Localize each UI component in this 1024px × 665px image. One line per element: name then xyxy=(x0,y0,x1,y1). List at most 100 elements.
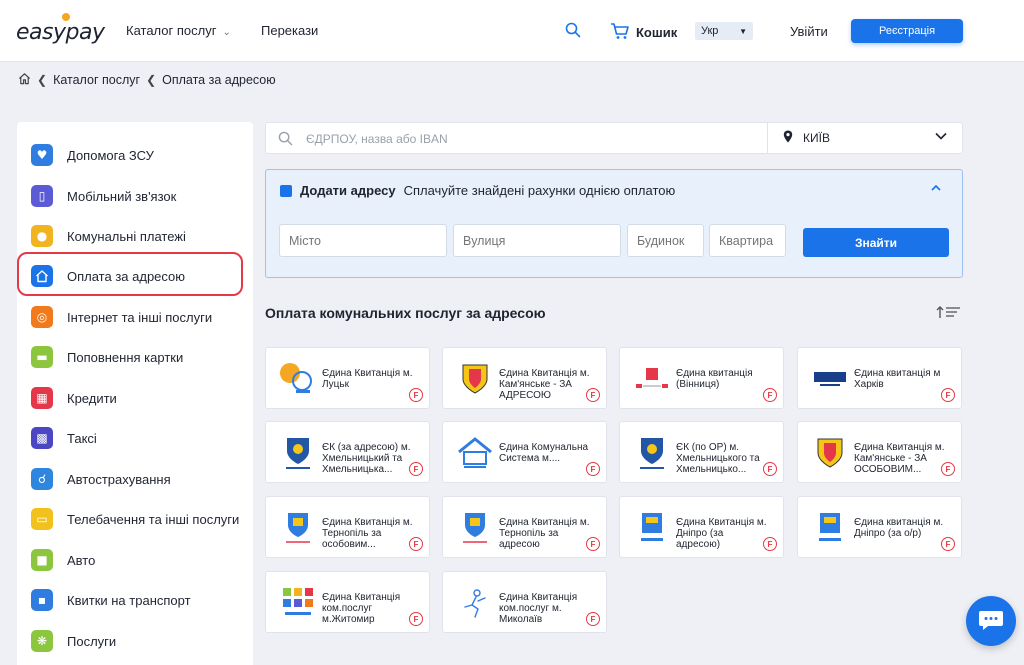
fee-badge: F xyxy=(586,612,600,626)
service-name: Єдина Квитанція м. Тернопіль за особовим… xyxy=(322,517,413,550)
lutsk-logo-icon xyxy=(276,360,320,398)
fee-badge: F xyxy=(941,537,955,551)
globe-icon: ◎ xyxy=(31,306,53,328)
cart-button[interactable]: Кошик xyxy=(610,22,677,43)
add-address-panel: Додати адресу Сплачуйте знайдені рахунки… xyxy=(265,169,963,278)
service-card[interactable]: Єдина Квитанція ком.послуг м. Миколаїв F xyxy=(442,571,607,633)
sidebar-item-auto[interactable]: ■ Авто xyxy=(31,546,95,574)
fee-badge: F xyxy=(409,537,423,551)
sidebar-item-credits[interactable]: ▦ Кредити xyxy=(31,384,117,412)
sidebar-item-transport-tickets[interactable]: ▪ Квитки на транспорт xyxy=(31,586,191,614)
service-card[interactable]: Єдина Квитанція м. Кам'янське - ЗА АДРЕС… xyxy=(442,347,607,409)
sidebar-item-auto-insurance[interactable]: ☌ Автострахування xyxy=(31,465,171,493)
chevron-down-icon[interactable] xyxy=(934,129,948,146)
sidebar-item-label: Автострахування xyxy=(67,471,171,487)
service-card[interactable]: ЄК (за адресою) м. Хмельницький та Хмель… xyxy=(265,421,430,483)
search-icon xyxy=(278,131,293,149)
dnipro-logo-icon xyxy=(630,509,674,547)
service-card[interactable]: Єдина квитанція м Харків F xyxy=(797,347,962,409)
house-icon xyxy=(280,184,292,197)
mykolaiv-logo-icon xyxy=(453,584,497,622)
building-field[interactable] xyxy=(627,224,704,257)
service-card[interactable]: Єдина Квитанція ком.послуг м.Житомир F xyxy=(265,571,430,633)
service-name: Єдина Квитанція ком.послуг м. Миколаїв xyxy=(499,592,578,625)
easypay-logo[interactable]: easypay xyxy=(16,20,105,45)
sidebar-item-mobile[interactable]: ▯ Мобільний зв'язок xyxy=(31,182,176,210)
service-search-input[interactable] xyxy=(306,129,766,149)
service-name: Єдина квитанція м Харків xyxy=(854,368,941,390)
house-logo-icon xyxy=(453,434,497,472)
breadcrumb-current: Оплата за адресою xyxy=(162,73,276,87)
service-name: Єдина квитанція (Вінниця) xyxy=(676,368,753,390)
service-card[interactable]: Єдина Квитанція м. Дніпро (за адресою) F xyxy=(619,496,784,558)
service-name: Єдина Квитанція м. Кам'янське - ЗА АДРЕС… xyxy=(499,368,590,401)
tv-icon: ▭ xyxy=(31,508,53,530)
bus-icon: ▪ xyxy=(31,589,53,611)
chevron-left-icon: ❮ xyxy=(37,73,48,87)
divider xyxy=(767,122,768,154)
sidebar-item-label: Авто xyxy=(67,552,96,568)
sidebar-item-label: Допомога ЗСУ xyxy=(67,147,154,163)
service-card[interactable]: Єдина Квитанція м. Тернопіль за особовим… xyxy=(265,496,430,558)
fee-badge: F xyxy=(586,388,600,402)
fee-badge: F xyxy=(409,388,423,402)
city-value: КИЇВ xyxy=(803,131,830,145)
service-card[interactable]: Єдина Комунальна Система м.... F xyxy=(442,421,607,483)
sidebar-item-tv[interactable]: ▭ Телебачення та інші послуги xyxy=(31,505,239,533)
home-icon[interactable] xyxy=(18,72,31,88)
nav-transfers[interactable]: Перекази xyxy=(261,23,318,38)
service-card[interactable]: Єдина Квитанція м. Кам'янське - ЗА ОСОБО… xyxy=(797,421,962,483)
chevron-left-icon: ❮ xyxy=(146,73,157,87)
selected-item-highlight xyxy=(17,252,243,296)
service-card[interactable]: Єдина Квитанція м. Тернопіль за адресою … xyxy=(442,496,607,558)
location-pin-icon xyxy=(783,130,793,146)
taxi-checker-icon: ▩ xyxy=(31,427,53,449)
sort-icon[interactable] xyxy=(936,305,962,322)
service-card[interactable]: Єдина квитанція (Вінниця) F xyxy=(619,347,784,409)
sidebar-item-taxi[interactable]: ▩ Таксі xyxy=(31,424,97,452)
sidebar-item-services[interactable]: ❋ Послуги xyxy=(31,627,116,655)
service-name: Єдина Квитанція м. Луцьк xyxy=(322,368,413,390)
sidebar-item-utilities[interactable]: ● Комунальні платежі xyxy=(31,222,186,250)
add-address-title: Додати адресу xyxy=(300,183,396,198)
service-name: Єдина Квитанція м. Тернопіль за адресою xyxy=(499,517,590,550)
sidebar-item-card-topup[interactable]: ▬ Поповнення картки xyxy=(31,343,183,371)
language-select[interactable]: Укр ▼ xyxy=(695,22,753,40)
street-field[interactable] xyxy=(453,224,621,257)
nav-catalog-label: Каталог послуг xyxy=(126,23,217,38)
add-address-header: Додати адресу Сплачуйте знайдені рахунки… xyxy=(280,183,675,198)
chat-bubble-icon xyxy=(978,609,1004,634)
apartment-field[interactable] xyxy=(709,224,786,257)
search-icon[interactable] xyxy=(565,22,583,40)
service-name: Єдина Квитанція м. Кам'янське - ЗА ОСОБО… xyxy=(854,442,945,475)
city-emblem-icon xyxy=(453,509,497,547)
bank-icon: ▦ xyxy=(31,387,53,409)
chat-button[interactable] xyxy=(966,596,1016,646)
login-link[interactable]: Увійти xyxy=(790,24,828,39)
language-value: Укр xyxy=(701,25,719,37)
sidebar-item-label: Поповнення картки xyxy=(67,349,184,365)
sidebar-item-internet[interactable]: ◎ Інтернет та інші послуги xyxy=(31,303,212,331)
city-field[interactable] xyxy=(279,224,447,257)
puzzle-icon: ❋ xyxy=(31,630,53,652)
service-card[interactable]: Єдина квитанція м. Дніпро (за о/р) F xyxy=(797,496,962,558)
city-select[interactable]: КИЇВ xyxy=(783,130,830,146)
category-sidebar: ♥ Допомога ЗСУ ▯ Мобільний зв'язок ● Ком… xyxy=(17,122,253,665)
zhytomyr-logo-icon xyxy=(276,584,320,622)
nav-catalog[interactable]: Каталог послуг ⌄ xyxy=(126,23,231,38)
sidebar-item-label: Кредити xyxy=(67,390,117,406)
chevron-up-icon[interactable] xyxy=(930,182,942,197)
service-name: Єдина Комунальна Система м.... xyxy=(499,442,589,464)
vinnytsia-logo-icon xyxy=(630,360,674,398)
sidebar-item-zsu-help[interactable]: ♥ Допомога ЗСУ xyxy=(31,141,154,169)
find-button[interactable]: Знайти xyxy=(803,228,949,257)
service-card[interactable]: ЄК (по ОР) м. Хмельницького та Хмельниць… xyxy=(619,421,784,483)
section-title: Оплата комунальних послуг за адресою xyxy=(265,305,546,321)
breadcrumb-catalog[interactable]: Каталог послуг xyxy=(53,73,140,87)
hand-heart-icon: ♥ xyxy=(31,144,53,166)
chevron-down-icon: ▼ xyxy=(739,26,747,36)
service-card[interactable]: Єдина Квитанція м. Луцьк F xyxy=(265,347,430,409)
service-name: ЄК (за адресою) м. Хмельницький та Хмель… xyxy=(322,442,411,475)
fee-badge: F xyxy=(409,612,423,626)
register-button[interactable]: Реєстрація xyxy=(851,19,963,43)
